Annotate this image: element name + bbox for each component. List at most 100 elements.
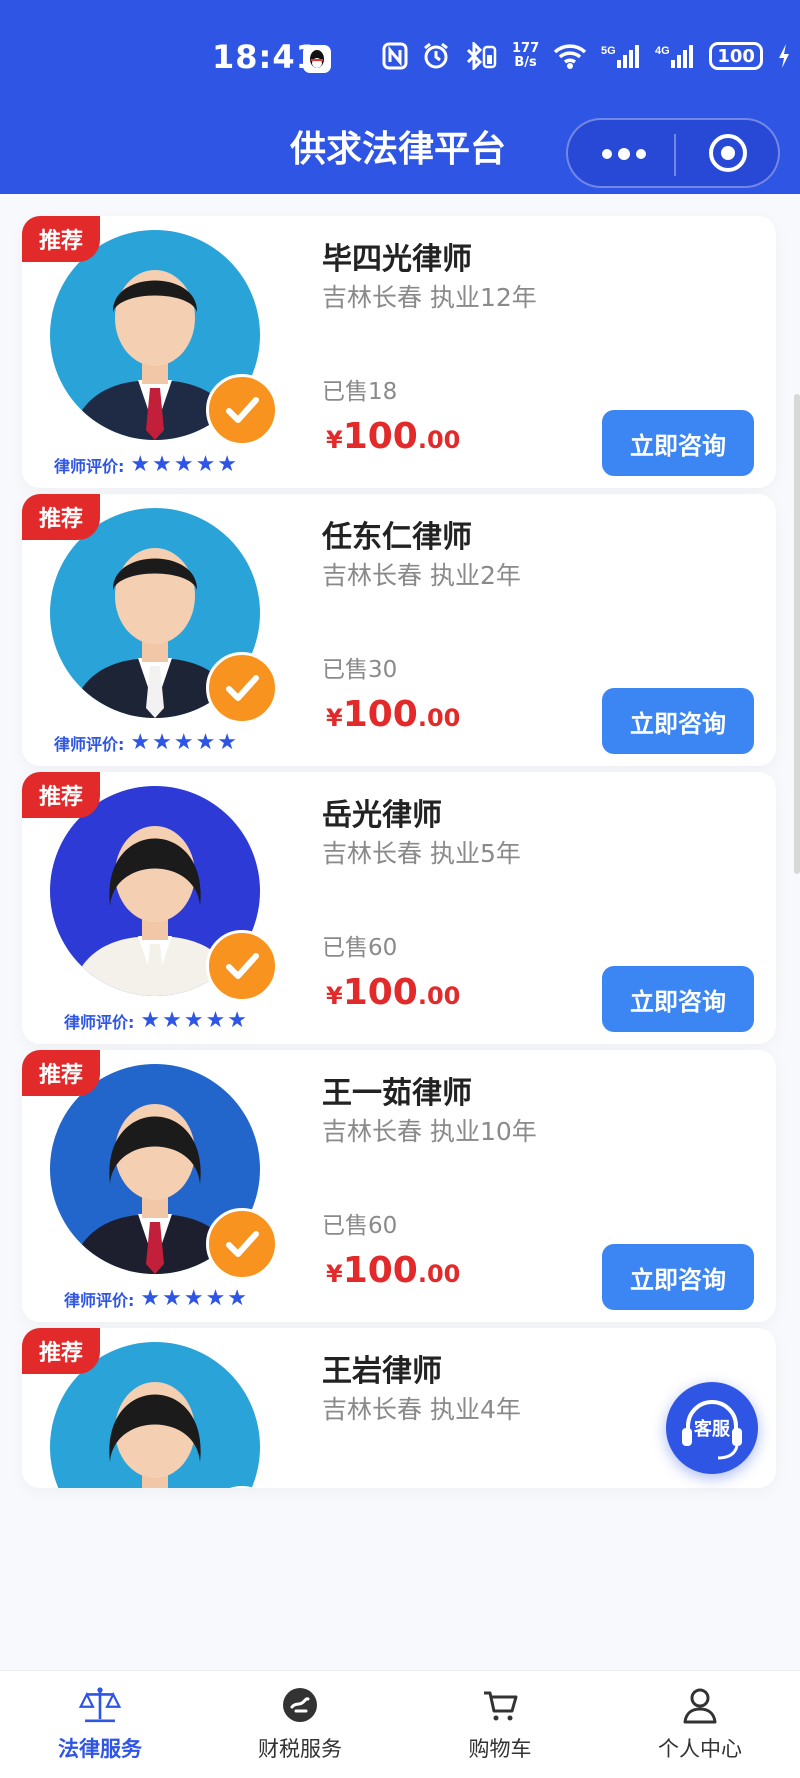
svg-text:4G: 4G (655, 45, 670, 57)
finance-icon (283, 1688, 317, 1722)
bottom-tab-bar: 法律服务 财税服务 购物车 个人中心 (0, 1670, 800, 1778)
page-title-text: 供求法律平台 (289, 129, 506, 170)
lawyer-location: 吉林长春 执业5年 (322, 839, 521, 868)
bluetooth-icon (466, 42, 497, 70)
verified-badge (206, 374, 278, 446)
charging-icon (779, 44, 790, 68)
user-icon (683, 1688, 717, 1724)
tab-label: 法律服务 (58, 1737, 142, 1761)
lawyer-location: 吉林长春 执业4年 (322, 1395, 521, 1424)
lawyer-rating: 律师评价: ★★★★★ (64, 1008, 249, 1033)
sold-count: 已售60 (322, 1213, 398, 1239)
signal-5g-icon: 5G (601, 45, 640, 68)
lawyer-card[interactable]: 推荐 律师评价: ★★★★★ 任东仁律师 吉林长春 执业2年 已售30 ¥100… (22, 494, 776, 766)
rating-stars-icon: ★★★★★ (140, 1008, 250, 1033)
lawyer-card[interactable]: 推荐 律师评价: ★★★★★ 毕四光律师 吉林长春 执业12年 已售18 ¥10… (22, 216, 776, 488)
price-currency: ¥ (326, 982, 343, 1010)
battery-indicator: 100 (709, 42, 764, 70)
qq-icon (303, 45, 331, 73)
recommend-tag: 推荐 (22, 1328, 100, 1374)
alarm-icon (424, 42, 448, 69)
tab-legal-services[interactable]: 法律服务 (0, 1671, 200, 1778)
net-speed-unit: B/s (514, 55, 537, 70)
consult-now-button[interactable]: 立即咨询 (602, 966, 754, 1032)
close-mini-program-button[interactable] (676, 120, 780, 186)
status-icons: 177 B/s 5G 4G 100 (382, 42, 791, 70)
price-integer: 100 (342, 972, 418, 1013)
rating-stars-icon: ★★★★★ (130, 730, 240, 755)
lawyer-location: 吉林长春 执业2年 (322, 561, 521, 590)
customer-service-button[interactable]: 客服 (666, 1382, 758, 1474)
rating-stars-icon: ★★★★★ (130, 452, 240, 477)
tab-tax-services[interactable]: 财税服务 (200, 1671, 400, 1778)
target-icon (709, 134, 747, 172)
tab-label: 财税服务 (258, 1737, 342, 1761)
price-currency: ¥ (326, 426, 343, 454)
recommend-tag: 推荐 (22, 772, 100, 818)
lawyer-name: 任东仁律师 (322, 520, 472, 555)
lawyer-rating: 律师评价: ★★★★★ (64, 1286, 249, 1311)
signal-4g-icon: 4G (655, 45, 694, 68)
net-speed: 177 B/s (512, 42, 539, 70)
check-icon (226, 397, 259, 423)
lawyer-rating: 律师评价: ★★★★★ (54, 452, 239, 477)
cart-icon (484, 1691, 518, 1721)
price-decimal: .00 (417, 704, 461, 732)
check-icon (226, 1231, 259, 1257)
lawyer-card[interactable]: 推荐 律师评价: ★★★★★ 岳光律师 吉林长春 执业5年 已售60 ¥100.… (22, 772, 776, 1044)
verified-badge (206, 930, 278, 1002)
check-icon (226, 953, 259, 979)
rating-label: 律师评价: (64, 1290, 135, 1310)
status-bar: 18:41 177 B/s 5G 4G 100 (0, 34, 800, 88)
header: 18:41 177 B/s 5G 4G 100 供求法律平台 (0, 0, 800, 194)
lawyer-name: 岳光律师 (322, 798, 442, 833)
more-button[interactable] (568, 120, 674, 186)
lawyer-location: 吉林长春 执业10年 (322, 1117, 537, 1146)
price: ¥100.00 (326, 694, 460, 735)
sold-count: 已售18 (322, 379, 398, 405)
rating-label: 律师评价: (64, 1012, 135, 1032)
tab-label: 个人中心 (658, 1737, 742, 1761)
more-dot-icon (618, 148, 630, 160)
tab-cart[interactable]: 购物车 (400, 1671, 600, 1778)
tab-personal-center[interactable]: 个人中心 (600, 1671, 800, 1778)
price-integer: 100 (342, 1250, 418, 1291)
wifi-icon (553, 44, 587, 69)
lawyer-name: 毕四光律师 (322, 242, 472, 277)
net-speed-value: 177 (512, 41, 540, 56)
lawyer-name: 王岩律师 (322, 1354, 442, 1389)
recommend-tag: 推荐 (22, 494, 100, 540)
rating-stars-icon: ★★★★★ (140, 1286, 250, 1311)
more-dot-icon (636, 149, 646, 159)
tab-label: 购物车 (468, 1737, 532, 1761)
recommend-tag: 推荐 (22, 1050, 100, 1096)
price: ¥100.00 (326, 416, 460, 457)
price-currency: ¥ (326, 704, 343, 732)
sold-count: 已售30 (322, 657, 398, 683)
price: ¥100.00 (326, 1250, 460, 1291)
lawyer-location: 吉林长春 执业12年 (322, 283, 537, 312)
price-integer: 100 (342, 416, 418, 457)
consult-now-button[interactable]: 立即咨询 (602, 688, 754, 754)
lawyer-card[interactable]: 推荐 律师评价: ★★★★★ 王岩律师 吉林长春 执业4年 已售 ¥100.00… (22, 1328, 776, 1488)
more-dot-icon (602, 149, 612, 159)
mini-program-capsule (566, 118, 780, 188)
rating-label: 律师评价: (54, 456, 125, 476)
consult-now-button[interactable]: 立即咨询 (602, 410, 754, 476)
sold-count: 已售 (322, 1484, 368, 1488)
price: ¥100.00 (326, 972, 460, 1013)
recommend-tag: 推荐 (22, 216, 100, 262)
price-decimal: .00 (417, 426, 461, 454)
svg-text:5G: 5G (601, 45, 616, 57)
price-decimal: .00 (417, 982, 461, 1010)
consult-now-button[interactable]: 立即咨询 (602, 1244, 754, 1310)
scrollbar[interactable] (794, 394, 800, 874)
nfc-icon (382, 42, 408, 70)
customer-service-label: 客服 (694, 1419, 730, 1440)
lawyer-card[interactable]: 推荐 律师评价: ★★★★★ 王一茹律师 吉林长春 执业10年 已售60 ¥10… (22, 1050, 776, 1322)
price-integer: 100 (342, 694, 418, 735)
sold-count: 已售60 (322, 935, 398, 961)
verified-badge (206, 652, 278, 724)
price-currency: ¥ (326, 1260, 343, 1288)
rating-label: 律师评价: (54, 734, 125, 754)
